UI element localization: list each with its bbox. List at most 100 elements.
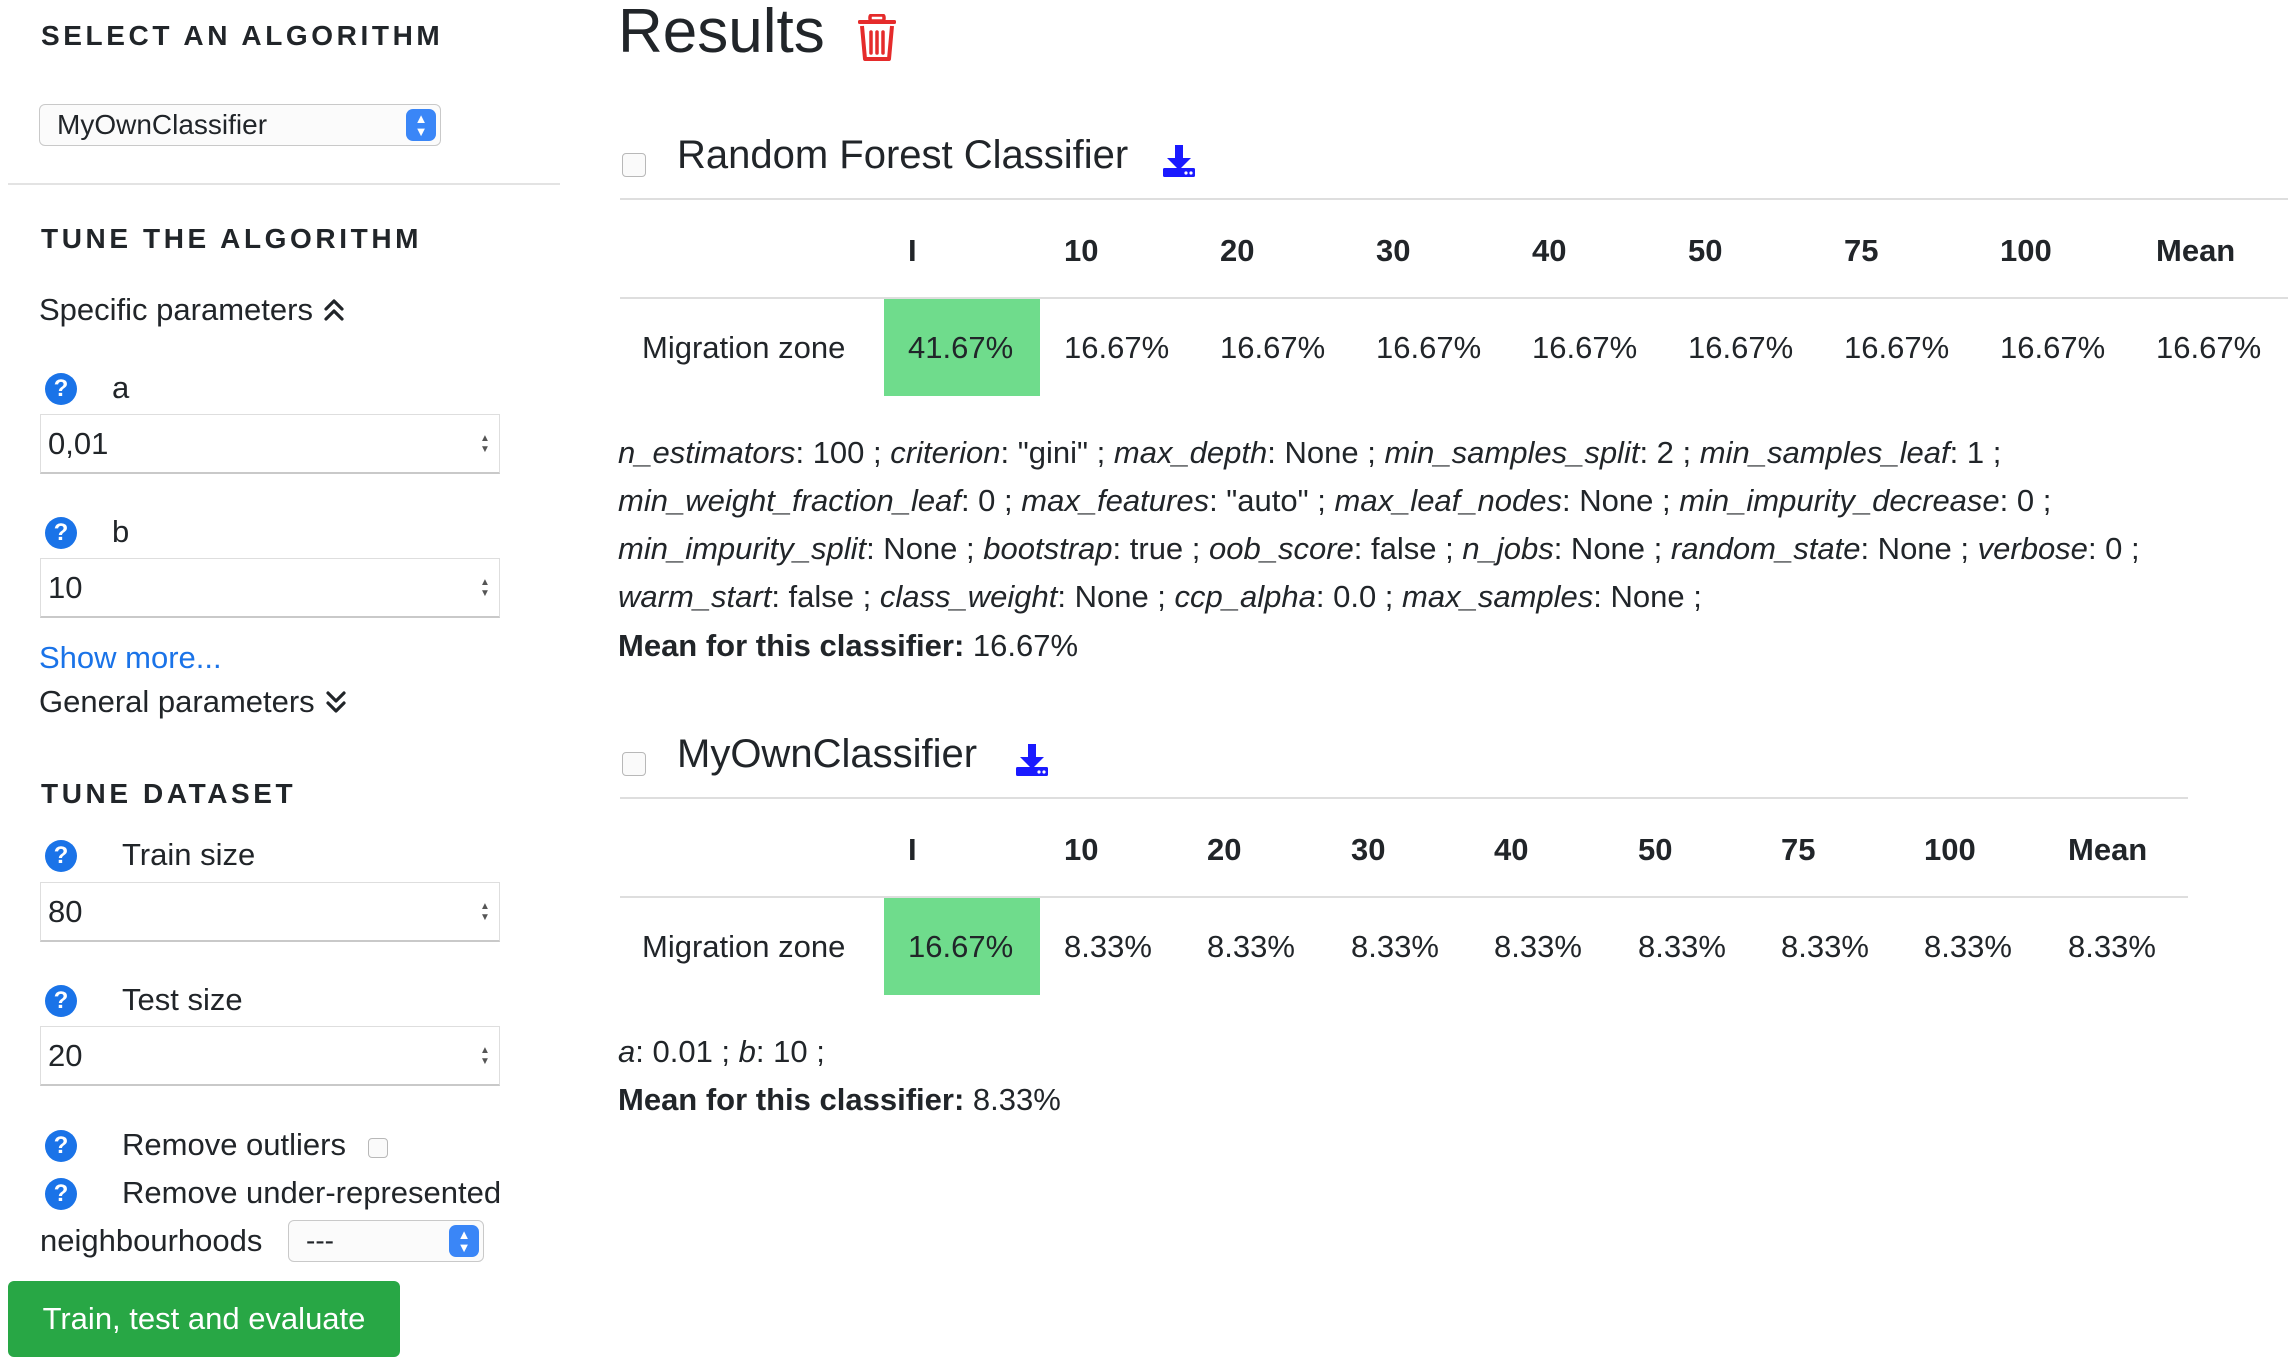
trash-icon[interactable]: [856, 14, 898, 62]
param-b-input[interactable]: 10 ▲ ▼: [40, 558, 500, 618]
sidebar-divider: [8, 183, 560, 185]
params-line: min_impurity_split: None ; bootstrap: tr…: [618, 525, 2140, 573]
param-value: : 0 ;: [2087, 531, 2140, 566]
table-header: 20: [1207, 832, 1242, 867]
table-cell: 8.33%: [1064, 929, 1152, 964]
table-header: 100: [2000, 233, 2052, 268]
param-value: : "gini" ;: [1000, 435, 1114, 470]
algorithm-select[interactable]: MyOwnClassifier ▲ ▼: [39, 104, 441, 146]
remove-outliers-label: Remove outliers: [122, 1127, 346, 1162]
train-test-evaluate-button[interactable]: Train, test and evaluate: [8, 1281, 400, 1357]
param-key: a: [618, 1034, 636, 1069]
table-header: 50: [1638, 832, 1673, 867]
param-value: : 100 ;: [795, 435, 891, 470]
param-value: : 10 ;: [755, 1034, 825, 1069]
table-cell: 16.67%: [1532, 330, 1638, 365]
table-header: 10: [1064, 233, 1099, 268]
neighbourhoods-select[interactable]: --- ▲ ▼: [288, 1220, 484, 1262]
train-size-input[interactable]: 80 ▲ ▼: [40, 882, 500, 942]
param-value: : 2 ;: [1639, 435, 1700, 470]
param-key: n_estimators: [618, 435, 796, 470]
classifier-title: Random Forest Classifier: [677, 133, 1129, 177]
specific-parameters-toggle[interactable]: Specific parameters: [39, 292, 345, 328]
param-key: min_impurity_split: [618, 531, 867, 566]
table-header: 30: [1351, 832, 1386, 867]
classifier-select-checkbox[interactable]: [622, 752, 646, 776]
table-divider: [620, 297, 2288, 299]
spinner-icon[interactable]: ▲ ▼: [479, 577, 491, 601]
param-key: min_samples_leaf: [1699, 435, 1950, 470]
row-label: Migration zone: [642, 929, 846, 964]
tune-algorithm-title: TUNE THE ALGORITHM: [41, 223, 423, 254]
mean-label: Mean for this classifier:: [618, 628, 965, 663]
select-arrows-icon: ▲ ▼: [449, 1225, 479, 1257]
spinner-icon[interactable]: ▲ ▼: [479, 901, 491, 925]
table-cell: 8.33%: [2068, 929, 2156, 964]
param-b-label: b: [112, 514, 130, 549]
param-key: min_samples_split: [1384, 435, 1640, 470]
param-key: ccp_alpha: [1174, 579, 1316, 614]
param-key: oob_score: [1209, 531, 1354, 566]
help-icon-remove-outliers[interactable]: ?: [45, 1130, 77, 1162]
params-line: min_weight_fraction_leaf: 0 ; max_featur…: [618, 477, 2140, 525]
table-header: Mean: [2156, 233, 2236, 268]
table-cell: 8.33%: [1351, 929, 1439, 964]
param-value: : 0 ;: [1999, 483, 2052, 518]
table-header: 40: [1494, 832, 1529, 867]
param-value: : None ;: [1553, 531, 1671, 566]
download-icon[interactable]: [1015, 743, 1049, 777]
help-icon-b[interactable]: ?: [45, 517, 77, 549]
param-a-value: 0,01: [48, 426, 109, 461]
chevron-double-down-icon: [326, 691, 346, 713]
table-cell: 16.67%: [1064, 330, 1170, 365]
table-cell: 8.33%: [1494, 929, 1582, 964]
test-size-input[interactable]: 20 ▲ ▼: [40, 1026, 500, 1086]
classifier-mean: Mean for this classifier: 16.67%: [618, 628, 1078, 664]
classifier-params: n_estimators: 100 ; criterion: "gini" ; …: [618, 429, 2140, 621]
param-a-input[interactable]: 0,01 ▲ ▼: [40, 414, 500, 474]
table-header: 75: [1781, 832, 1816, 867]
algorithm-select-value: MyOwnClassifier: [57, 109, 268, 140]
param-key: random_state: [1670, 531, 1861, 566]
param-key: criterion: [890, 435, 1001, 470]
param-key: min_impurity_decrease: [1679, 483, 2000, 518]
table-cell: 16.67%: [2156, 330, 2262, 365]
param-value: : "auto" ;: [1209, 483, 1335, 518]
general-parameters-toggle[interactable]: General parameters: [39, 684, 347, 720]
table-cell: 16.67%: [1220, 330, 1326, 365]
mean-value: 16.67%: [964, 628, 1079, 663]
show-more-link[interactable]: Show more...: [39, 640, 222, 676]
classifier-mean: Mean for this classifier: 8.33%: [618, 1082, 1061, 1118]
param-key: verbose: [1977, 531, 2088, 566]
table-header: I: [908, 233, 917, 268]
neighbourhoods-select-value: ---: [306, 1225, 334, 1256]
specific-parameters-label: Specific parameters: [39, 292, 313, 327]
spinner-icon[interactable]: ▲ ▼: [479, 1045, 491, 1069]
params-line: warm_start: false ; class_weight: None ;…: [618, 573, 2140, 621]
param-key: max_samples: [1402, 579, 1594, 614]
help-icon-train-size[interactable]: ?: [45, 840, 77, 872]
table-header: 20: [1220, 233, 1255, 268]
table-divider: [620, 198, 2288, 200]
test-size-label: Test size: [122, 982, 243, 1017]
param-value: : true ;: [1112, 531, 1210, 566]
classifier-select-checkbox[interactable]: [622, 153, 646, 177]
param-value: : 0 ;: [960, 483, 1022, 518]
param-key: max_leaf_nodes: [1334, 483, 1563, 518]
param-key: n_jobs: [1462, 531, 1554, 566]
spinner-icon[interactable]: ▲ ▼: [479, 433, 491, 457]
param-value: : None ;: [1267, 435, 1385, 470]
help-icon-a[interactable]: ?: [45, 373, 77, 405]
remove-outliers-checkbox[interactable]: [368, 1138, 388, 1158]
param-value: : false ;: [771, 579, 880, 614]
train-size-label: Train size: [122, 837, 256, 872]
help-icon-test-size[interactable]: ?: [45, 985, 77, 1017]
table-cell: 8.33%: [1638, 929, 1726, 964]
download-icon[interactable]: [1162, 144, 1196, 178]
table-cell: 16.67%: [1844, 330, 1950, 365]
param-value: : 0.0 ;: [1315, 579, 1403, 614]
table-header: 30: [1376, 233, 1411, 268]
help-icon-remove-underrep[interactable]: ?: [45, 1178, 77, 1210]
param-value: : None ;: [866, 531, 984, 566]
table-header: 100: [1924, 832, 1976, 867]
